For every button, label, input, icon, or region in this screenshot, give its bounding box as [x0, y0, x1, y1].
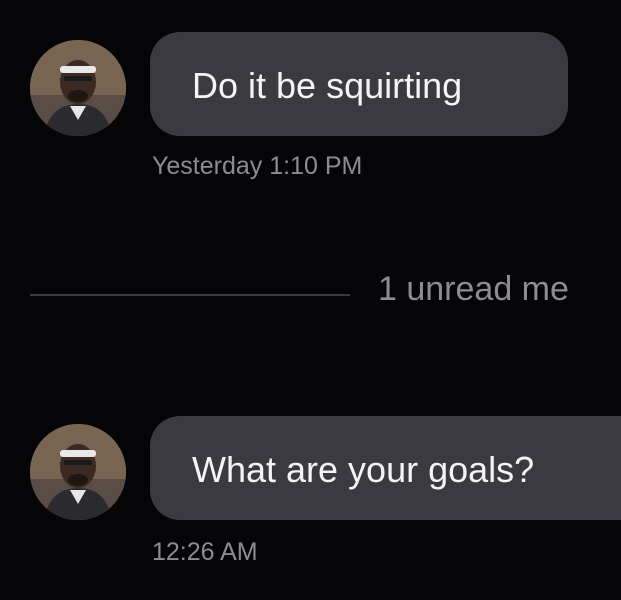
message-text: Do it be squirting — [192, 65, 463, 106]
avatar-photo-icon — [30, 40, 126, 136]
message-text: What are your goals? — [192, 449, 535, 490]
unread-divider-label: 1 unread me — [378, 270, 569, 308]
unread-divider-line — [30, 294, 350, 296]
sender-avatar[interactable] — [30, 40, 126, 136]
message-bubble-incoming[interactable]: What are your goals? — [150, 416, 621, 520]
sender-avatar[interactable] — [30, 424, 126, 520]
message-bubble-incoming[interactable]: Do it be squirting — [150, 32, 568, 136]
message-timestamp: 12:26 AM — [152, 538, 258, 566]
chat-screen: Do it be squirting Yesterday 1:10 PM 1 u… — [0, 0, 621, 600]
message-timestamp: Yesterday 1:10 PM — [152, 152, 363, 180]
avatar-photo-icon — [30, 424, 126, 520]
